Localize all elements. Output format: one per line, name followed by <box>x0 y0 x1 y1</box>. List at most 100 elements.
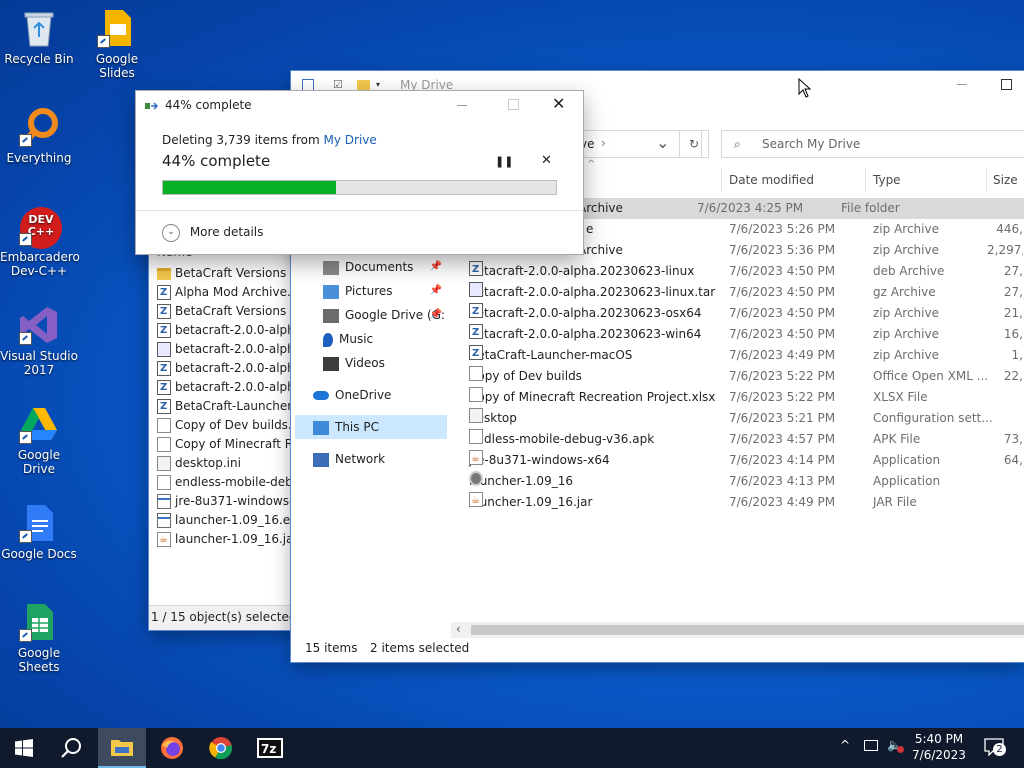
desktop-icon-google-docs[interactable]: Google Docs <box>0 503 78 561</box>
taskbar-file-explorer[interactable] <box>98 728 146 768</box>
progress-bar <box>162 180 557 195</box>
file-row[interactable]: betacraft-2.0.0-alpha.20230623-linux 7/6/… <box>469 259 1024 282</box>
file-type: deb Archive <box>873 264 945 278</box>
taskbar-7zip[interactable]: 7z <box>246 728 294 768</box>
back-file-row[interactable]: betacraft-2.0.0-alpha.20230623-win64 <box>149 378 299 397</box>
file-type: zip Archive <box>873 327 939 341</box>
desktop-icon-google-sheets[interactable]: Google Sheets <box>0 602 78 674</box>
file-row[interactable]: Copy of Minecraft Recreation Project.xls… <box>469 387 1024 408</box>
desktop-icon-everything[interactable]: Everything <box>0 107 78 165</box>
file-size: 64, <box>1003 453 1023 467</box>
back-file-row[interactable]: betacraft-2.0.0-alpha.20230623-linux <box>149 321 299 340</box>
app-file-icon <box>157 494 171 509</box>
file-row[interactable]: endless-mobile-debug-v36.apk 7/6/2023 4:5… <box>469 429 1024 450</box>
volume-muted-x <box>897 746 904 753</box>
scroll-left-icon[interactable]: ‹ <box>456 622 461 636</box>
file-row[interactable]: jre-8u371-windows-x64 7/6/2023 4:14 PM App… <box>469 448 1024 471</box>
desktop-icon-google-slides[interactable]: Google Slides <box>78 8 156 80</box>
everything-search-icon <box>19 107 59 147</box>
clock[interactable]: 5:40 PM 7/6/2023 <box>908 731 970 763</box>
desktop-icon-recycle-bin[interactable]: Recycle Bin <box>0 8 78 66</box>
google-slides-icon <box>97 8 137 48</box>
file-row[interactable]: desktop 7/6/2023 5:21 PM Configuration set… <box>469 408 1024 429</box>
taskbar-chrome[interactable] <box>197 728 245 768</box>
file-row[interactable]: betacraft-2.0.0-alpha.20230623-win64 7/6/… <box>469 322 1024 345</box>
dialog-maximize-button[interactable] <box>508 99 519 110</box>
file-row[interactable]: betacraft-2.0.0-alpha.20230623-linux.tar… <box>469 282 1024 303</box>
file-date-modified: 7/6/2023 4:49 PM <box>729 348 836 362</box>
file-row[interactable]: launcher-1.09_16.jar 7/6/2023 4:49 PM JAR … <box>469 490 1024 513</box>
file-name: betacraft-2.0.0-alpha.20230623-win64 <box>469 327 702 341</box>
back-file-row[interactable]: BetaCraft Versions Archive <box>149 302 299 321</box>
desktop-icon-label: Visual Studio 2017 <box>0 349 78 377</box>
windows-logo-icon <box>15 739 33 757</box>
file-name: Copy of Dev builds <box>469 369 582 383</box>
file-row[interactable]: betacraft-2.0.0-alpha.20230623-osx64 7/6/… <box>469 301 1024 324</box>
file-size: 21, <box>1003 306 1023 320</box>
desktop-icon-devcpp[interactable]: DEV C++ Embarcadero Dev-C++ <box>0 206 80 278</box>
dialog-minimize-button[interactable] <box>457 105 467 106</box>
file-name: endless-mobile-debug-v36.apk <box>469 432 655 446</box>
back-file-name: Copy of Dev builds.docx <box>175 418 299 432</box>
taskbar-firefox[interactable] <box>148 728 196 768</box>
file-size: 27, <box>1003 264 1023 278</box>
back-file-row[interactable]: Copy of Minecraft Recreation Project.xls… <box>149 435 299 454</box>
back-file-row[interactable]: launcher-1.09_16.exe <box>149 511 299 530</box>
file-name: betacraft-2.0.0-alpha.20230623-linux.tar <box>469 285 716 299</box>
file-row[interactable]: BetaCraft-Launcher-macOS 7/6/2023 4:49 PM… <box>469 343 1024 366</box>
back-file-name: BetaCraft Versions Archive <box>175 266 299 280</box>
shortcut-arrow-icon <box>19 233 32 246</box>
dialog-divider <box>136 210 583 211</box>
folder-file-icon <box>157 267 171 280</box>
file-row[interactable]: Copy of Dev builds 7/6/2023 5:22 PM Office… <box>469 366 1024 387</box>
google-drive-icon <box>19 404 59 444</box>
back-status-text: 1 / 15 object(s) selected <box>151 610 297 624</box>
cancel-operation-button[interactable]: ✕ <box>541 153 552 168</box>
google-docs-icon <box>19 503 59 543</box>
taskbar: 7z ^ 🔈 5:40 PM 7/6/2023 2 <box>0 728 1024 768</box>
back-file-row[interactable]: Alpha Mod Archive.zip <box>149 283 299 302</box>
folder-icon <box>111 740 133 756</box>
start-button[interactable] <box>0 728 48 768</box>
file-size: 22, <box>1003 369 1023 383</box>
back-file-row[interactable]: endless-mobile-debug-v36.apk <box>149 473 299 492</box>
notification-count: 2 <box>993 743 1006 756</box>
clock-date: 7/6/2023 <box>912 748 966 762</box>
more-details-button[interactable]: ⌄ More details <box>162 222 263 242</box>
file-type: zip Archive <box>873 306 939 320</box>
gear-file-icon <box>469 471 483 486</box>
google-sheets-icon <box>19 602 59 642</box>
dialog-close-button[interactable]: ✕ <box>552 94 565 113</box>
progress-bar-fill <box>163 181 336 194</box>
search-button[interactable] <box>48 728 96 768</box>
chevron-down-icon: ⌄ <box>162 223 180 242</box>
back-file-row[interactable]: BetaCraft Versions Archive <box>149 264 299 283</box>
zip-file-icon <box>469 322 483 343</box>
horizontal-scrollbar[interactable]: ‹ <box>451 622 1024 638</box>
action-center-button[interactable]: 2 <box>984 738 1006 757</box>
file-type: File folder <box>841 201 900 215</box>
back-file-name: launcher-1.09_16.jar <box>175 532 299 546</box>
back-file-row[interactable]: betacraft-2.0.0-alpha.20230623-linux.tar <box>149 340 299 359</box>
deleting-target-link[interactable]: My Drive <box>324 133 377 147</box>
file-type: zip Archive <box>873 243 939 257</box>
deleting-status: Deleting 3,739 items from My Drive <box>162 133 377 147</box>
file-row[interactable]: launcher-1.09_16 7/6/2023 4:13 PM Applicat… <box>469 471 1024 492</box>
zip-file-icon <box>157 302 171 321</box>
file-date-modified: 7/6/2023 4:50 PM <box>729 327 836 341</box>
show-hidden-icons-chevron[interactable]: ^ <box>840 738 850 752</box>
back-file-row[interactable]: BetaCraft-Launcher-macOS <box>149 397 299 416</box>
back-file-row[interactable]: launcher-1.09_16.jar <box>149 530 299 549</box>
back-file-row[interactable]: desktop.ini <box>149 454 299 473</box>
back-file-row[interactable]: Copy of Dev builds.docx <box>149 416 299 435</box>
back-file-row[interactable]: betacraft-2.0.0-alpha.20230623-osx64 <box>149 359 299 378</box>
network-tray-icon[interactable] <box>864 740 878 751</box>
back-file-row[interactable]: jre-8u371-windows-x64 <box>149 492 299 511</box>
file-type: Configuration sett... <box>873 411 993 425</box>
progress-percent: 44% complete <box>162 152 271 170</box>
desktop-icon-google-drive[interactable]: Google Drive <box>0 404 78 476</box>
deleting-prefix: Deleting 3,739 items from <box>162 133 324 147</box>
desktop-icon-visual-studio[interactable]: Visual Studio 2017 <box>0 305 78 377</box>
scrollbar-thumb[interactable] <box>471 625 1024 635</box>
pause-button[interactable]: ❚❚ <box>495 155 513 168</box>
